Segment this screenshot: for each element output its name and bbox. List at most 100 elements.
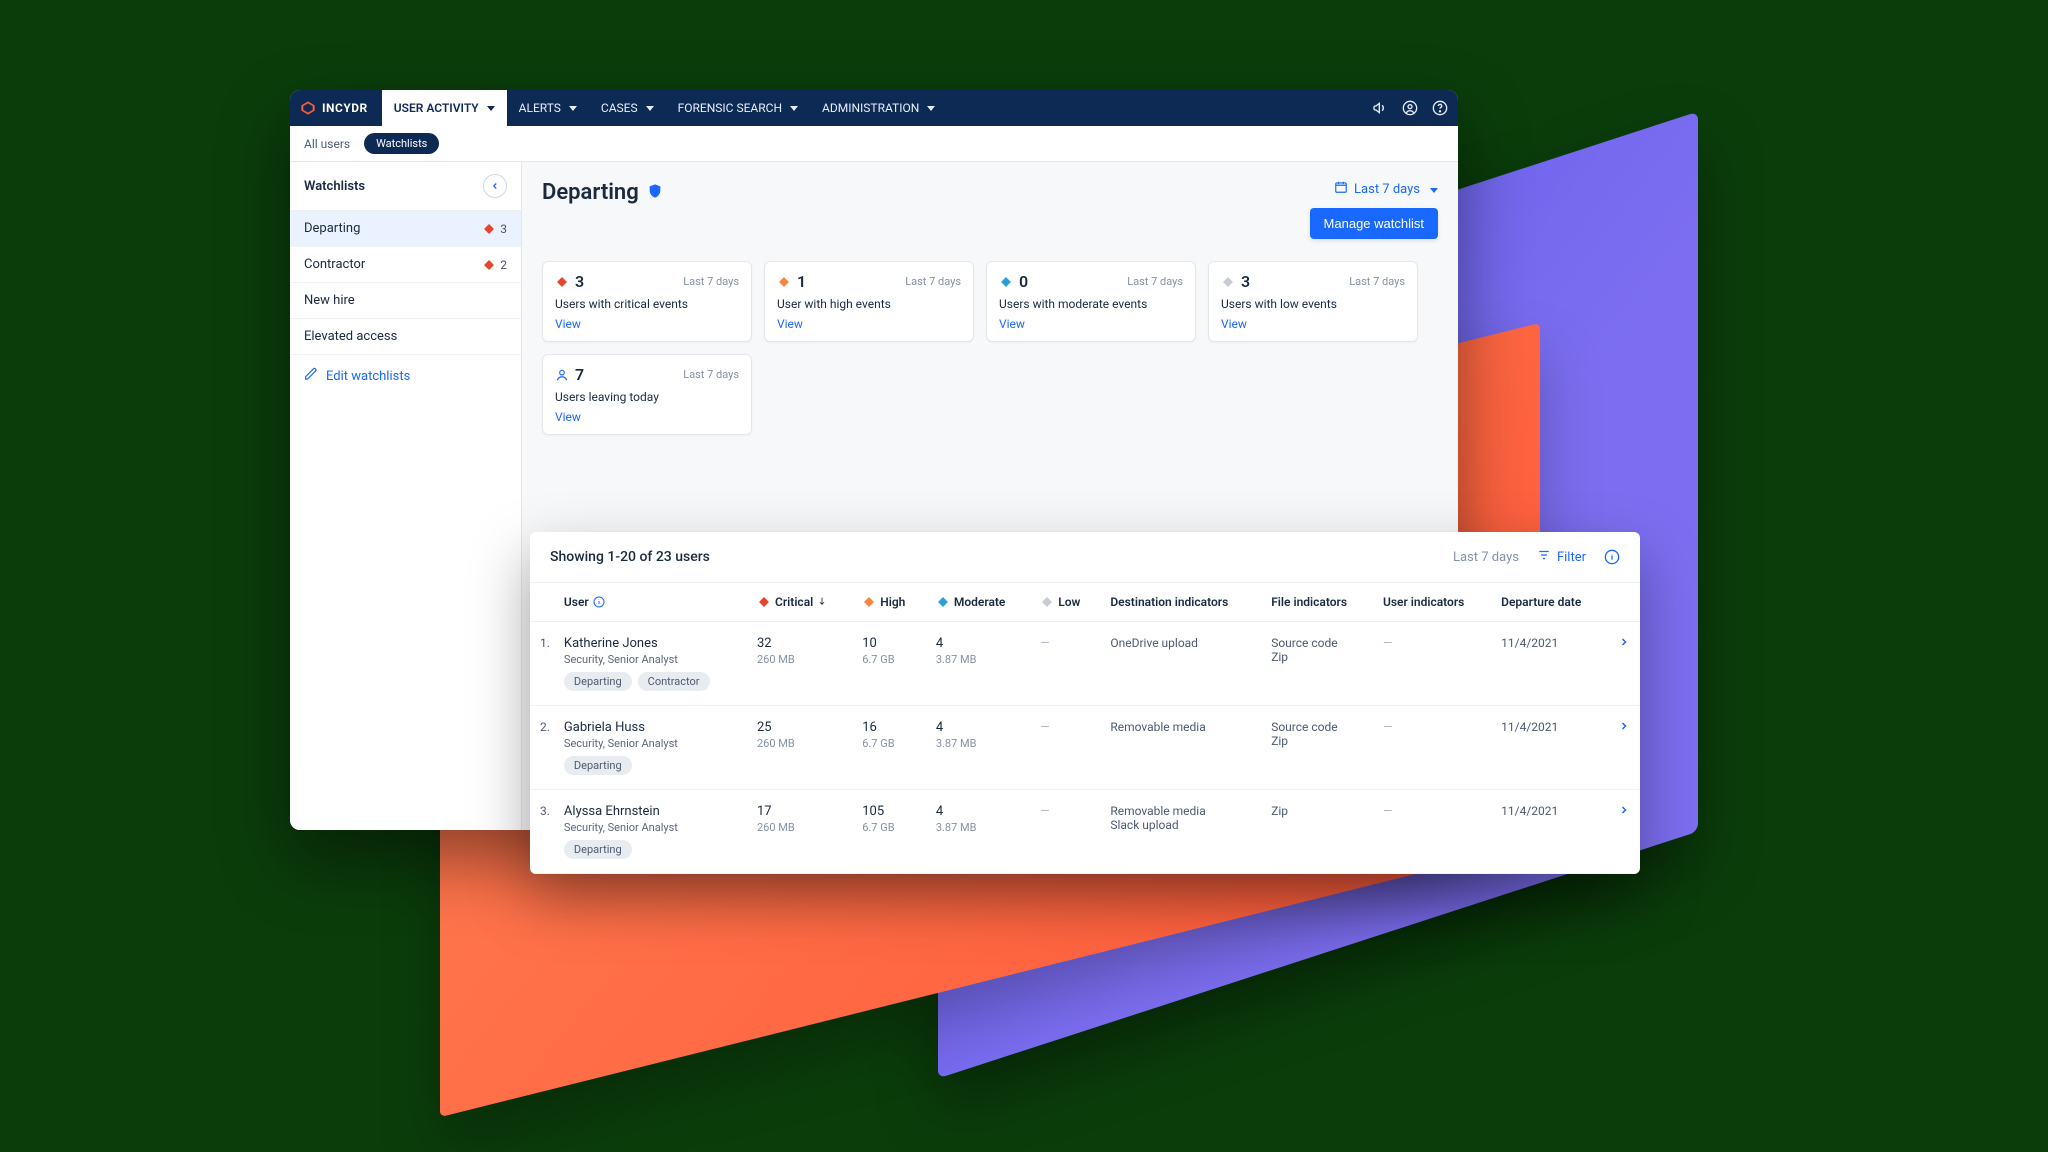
cell-low: — (1030, 706, 1100, 790)
page-title: Departing (542, 180, 663, 205)
summary-card: 3Last 7 daysUsers with low eventsView (1208, 261, 1418, 342)
nav-forensic-search[interactable]: FORENSIC SEARCH (666, 90, 810, 126)
sidebar-item-new-hire[interactable]: New hire (290, 283, 521, 319)
tab-all-users[interactable]: All users (304, 137, 350, 151)
nav-alerts[interactable]: ALERTS (507, 90, 589, 126)
sidebar-header: Watchlists (290, 162, 521, 211)
edit-watchlists-label: Edit watchlists (326, 369, 410, 384)
cell-departure: 11/4/2021 (1491, 622, 1608, 706)
topnav: INCYDR USER ACTIVITY ALERTS CASES FORENS… (290, 90, 1458, 126)
card-view-link[interactable]: View (777, 317, 961, 331)
col-high[interactable]: High (852, 583, 926, 622)
sort-down-icon (817, 595, 827, 609)
row-index: 1. (530, 622, 554, 706)
summary-cards: 3 Last 7 days Users with critical events Vi… (542, 261, 1438, 435)
user-name: Gabriela Huss (564, 720, 737, 735)
card-view-link[interactable]: View (555, 410, 739, 424)
summary-card: 0Last 7 daysUsers with moderate eventsVi… (986, 261, 1196, 342)
card-range: Last 7 days (683, 275, 739, 288)
sidebar-item-count: 3 (482, 222, 507, 236)
card-view-link[interactable]: View (999, 317, 1183, 331)
filter-label: Filter (1557, 550, 1586, 565)
nav-user-activity[interactable]: USER ACTIVITY (382, 90, 507, 126)
sidebar-title: Watchlists (304, 179, 365, 194)
cell-user-indicators: — (1373, 790, 1491, 874)
nav-administration[interactable]: ADMINISTRATION (810, 90, 947, 126)
manage-watchlist-button[interactable]: Manage watchlist (1310, 208, 1438, 239)
cell-low: — (1030, 790, 1100, 874)
file-item: Zip (1271, 650, 1363, 664)
card-range: Last 7 days (905, 275, 961, 288)
dest-item: Slack upload (1110, 818, 1251, 832)
chevron-down-icon (1426, 182, 1438, 197)
file-item: Source code (1271, 720, 1363, 734)
cell-moderate: 43.87 MB (926, 790, 1030, 874)
col-destination[interactable]: Destination indicators (1100, 583, 1261, 622)
diamond-low-icon (1040, 595, 1054, 609)
cell-low: — (1030, 622, 1100, 706)
edit-watchlists-link[interactable]: Edit watchlists (290, 355, 521, 397)
file-item: Zip (1271, 734, 1363, 748)
col-file-indicators[interactable]: File indicators (1261, 583, 1373, 622)
card-value: 3 (1241, 272, 1250, 291)
user-role: Security, Senior Analyst (564, 737, 737, 750)
summary-card: 7Last 7 daysUsers leaving todayView (542, 354, 752, 435)
cell-departure: 11/4/2021 (1491, 706, 1608, 790)
cell-user: Katherine JonesSecurity, Senior AnalystD… (554, 622, 747, 706)
cell-destination: Removable media (1100, 706, 1261, 790)
cell-high: 1056.7 GB (852, 790, 926, 874)
sidebar-item-label: Elevated access (304, 329, 397, 344)
filter-button[interactable]: Filter (1537, 548, 1586, 566)
sidebar-item-contractor[interactable]: Contractor 2 (290, 247, 521, 283)
cell-user-indicators: — (1373, 706, 1491, 790)
table-row[interactable]: 1.Katherine JonesSecurity, Senior Analys… (530, 622, 1640, 706)
info-icon (593, 596, 605, 608)
user-name: Katherine Jones (564, 636, 737, 651)
cell-critical: 32260 MB (747, 622, 852, 706)
chip: Departing (564, 840, 632, 859)
col-low[interactable]: Low (1030, 583, 1100, 622)
table-row[interactable]: 3.Alyssa EhrnsteinSecurity, Senior Analy… (530, 790, 1640, 874)
col-user-indicators[interactable]: User indicators (1373, 583, 1491, 622)
megaphone-icon[interactable] (1372, 100, 1388, 116)
col-critical[interactable]: Critical (747, 583, 852, 622)
card-label: Users leaving today (555, 390, 739, 404)
card-label: User with high events (777, 297, 961, 311)
dest-item: OneDrive upload (1110, 636, 1251, 650)
row-expand[interactable] (1608, 706, 1640, 790)
help-icon[interactable] (1432, 100, 1448, 116)
row-expand[interactable] (1608, 622, 1640, 706)
chevron-right-icon (1618, 637, 1630, 651)
date-range-label: Last 7 days (1354, 182, 1420, 197)
nav-cases[interactable]: CASES (589, 90, 666, 126)
sidebar-item-departing[interactable]: Departing 3 (290, 211, 521, 247)
table-row[interactable]: 2.Gabriela HussSecurity, Senior AnalystD… (530, 706, 1640, 790)
cell-user: Gabriela HussSecurity, Senior AnalystDep… (554, 706, 747, 790)
chip: Departing (564, 672, 632, 691)
tab-watchlists[interactable]: Watchlists (364, 133, 439, 154)
account-icon[interactable] (1402, 100, 1418, 116)
severity-icon (555, 368, 569, 382)
shield-icon (647, 180, 663, 205)
summary-card: 1Last 7 daysUser with high eventsView (764, 261, 974, 342)
card-value: 7 (575, 365, 584, 384)
severity-icon (777, 275, 791, 289)
card-view-link[interactable]: View (555, 317, 739, 331)
date-range-picker[interactable]: Last 7 days (1334, 180, 1438, 198)
info-icon[interactable] (1604, 549, 1620, 565)
card-label: Users with critical events (555, 297, 739, 311)
row-index: 3. (530, 790, 554, 874)
card-view-link[interactable]: View (1221, 317, 1405, 331)
sidebar-collapse-button[interactable] (483, 174, 507, 198)
sidebar-item-elevated-access[interactable]: Elevated access (290, 319, 521, 355)
row-expand[interactable] (1608, 790, 1640, 874)
summary-card: 3Last 7 daysUsers with critical eventsVi… (542, 261, 752, 342)
col-moderate[interactable]: Moderate (926, 583, 1030, 622)
col-user[interactable]: User (554, 583, 747, 622)
cell-file-indicators: Source codeZip (1261, 622, 1373, 706)
severity-icon (1221, 275, 1235, 289)
sidebar-item-label: New hire (304, 293, 355, 308)
pencil-icon (304, 367, 318, 385)
filter-icon (1537, 548, 1551, 566)
col-departure[interactable]: Departure date (1491, 583, 1608, 622)
